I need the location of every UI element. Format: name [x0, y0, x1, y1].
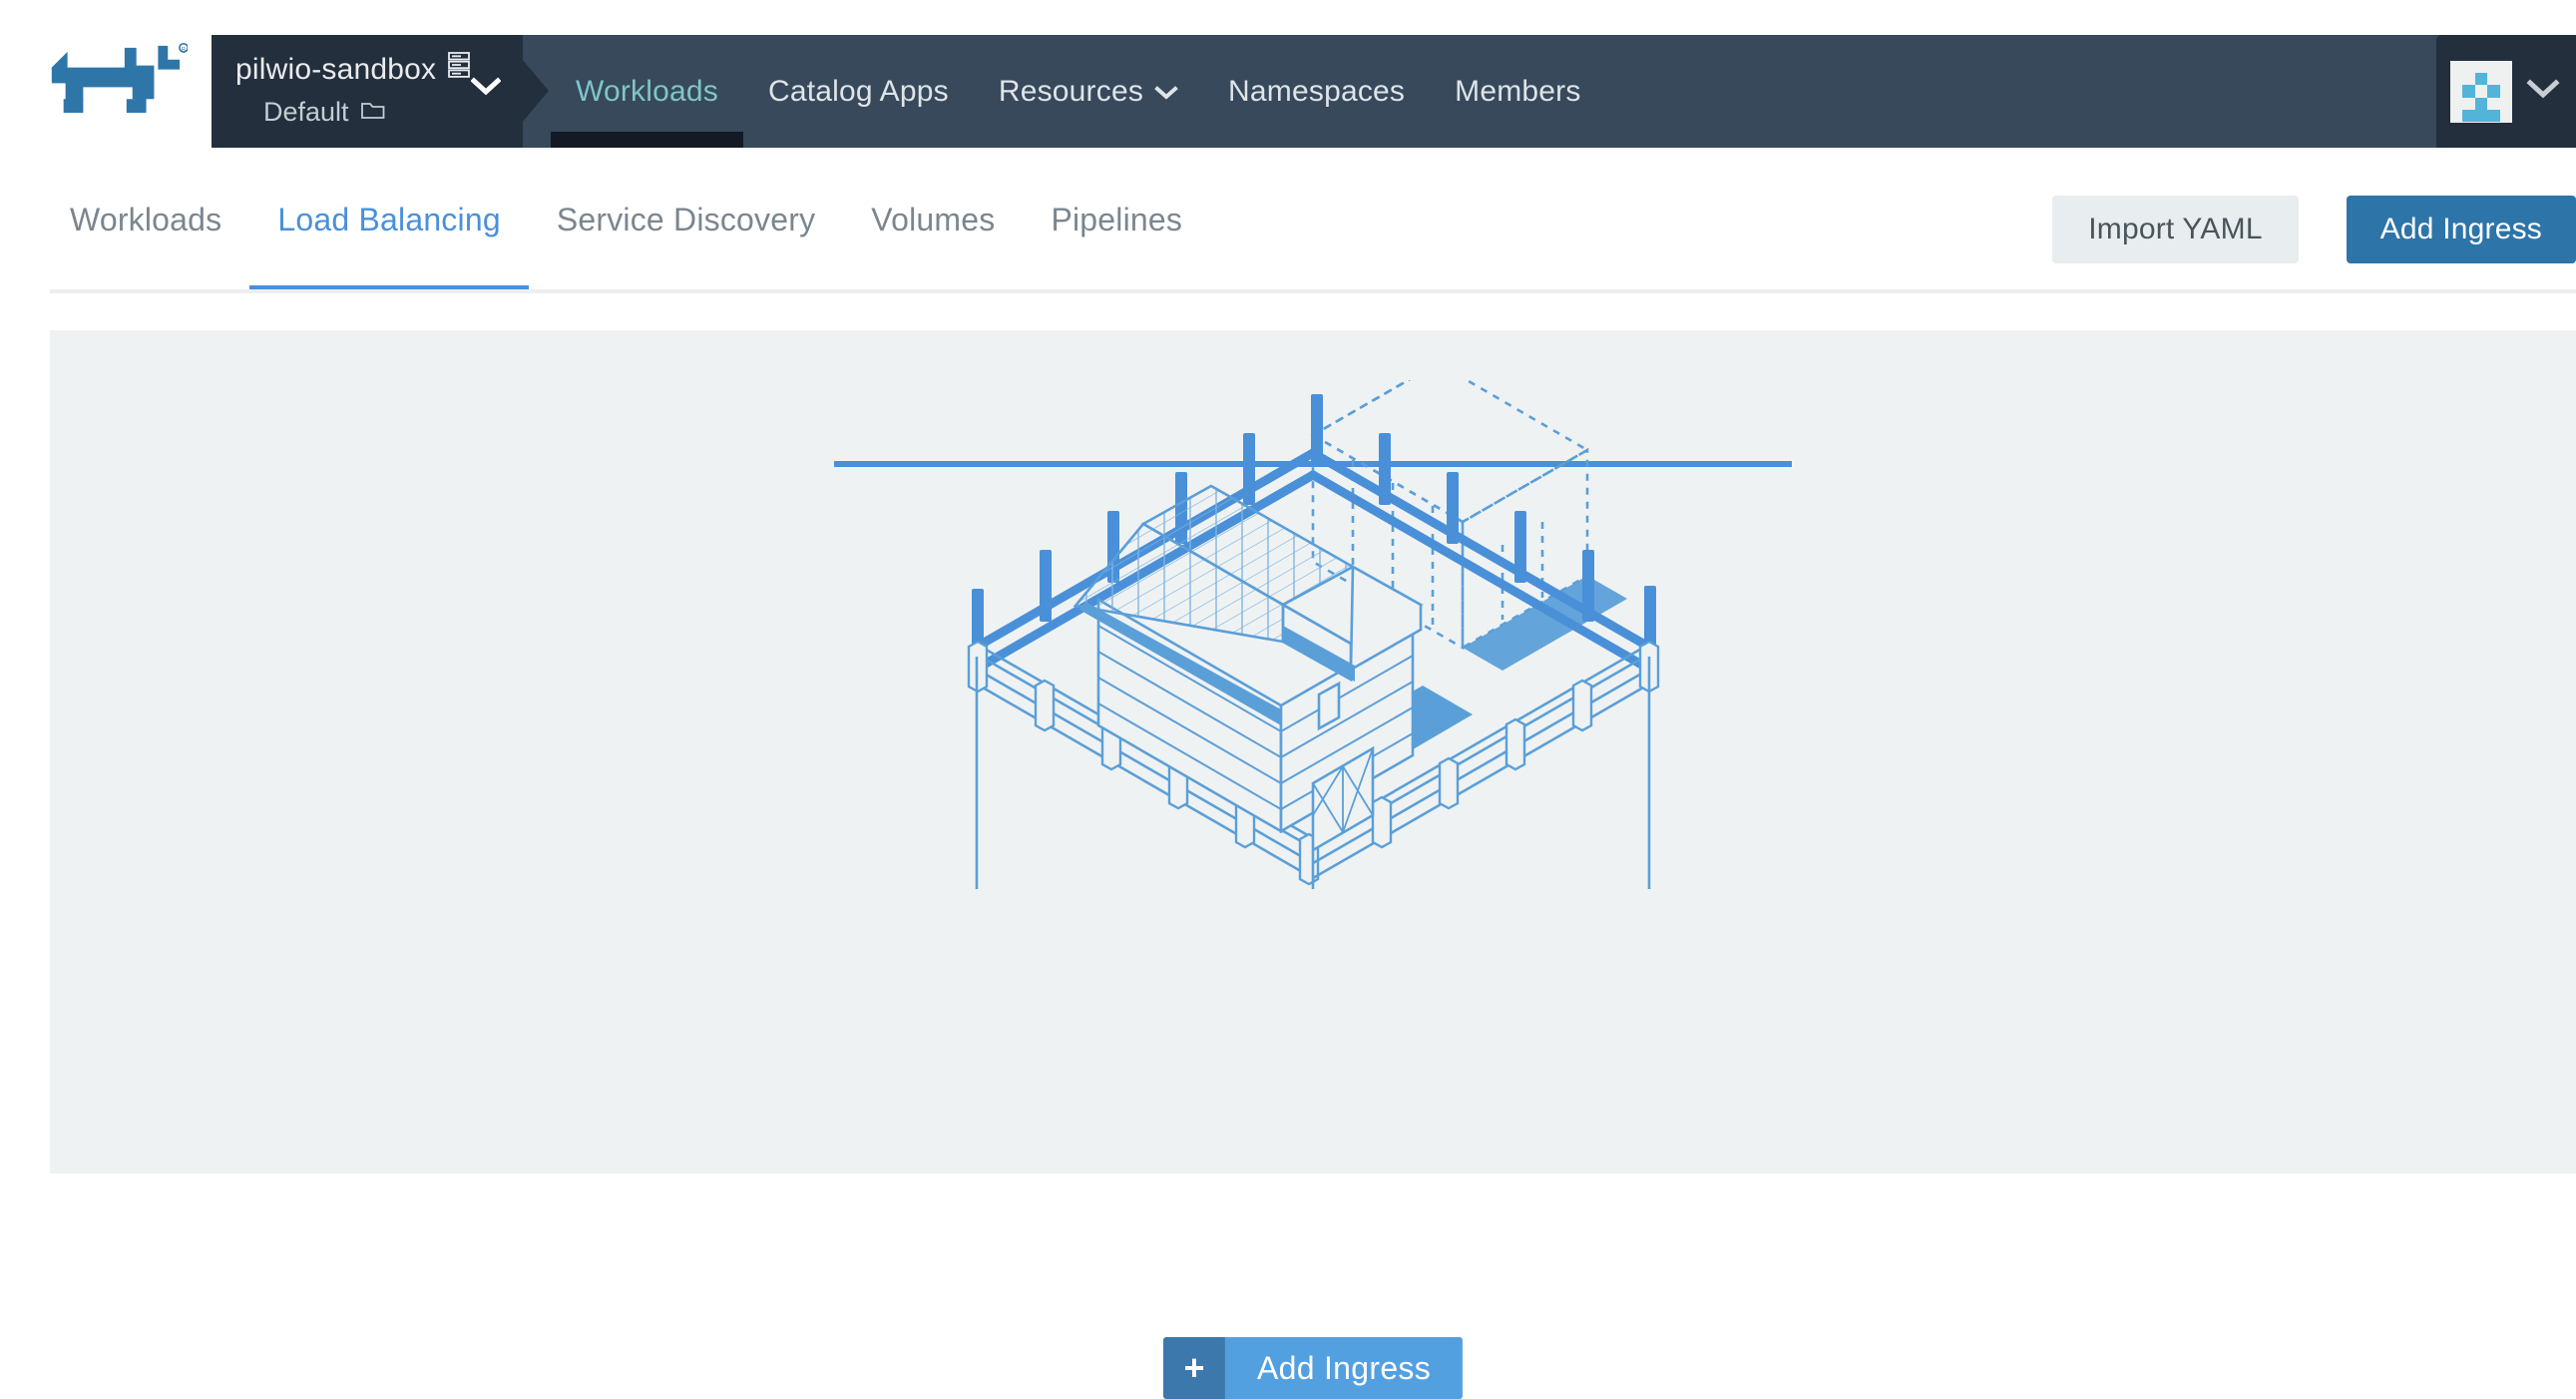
empty-state-panel: + Add Ingress — [50, 330, 2576, 1399]
add-ingress-cta-label: Add Ingress — [1224, 1337, 1464, 1399]
tab-load-balancing[interactable]: Load Balancing — [249, 180, 530, 293]
nav-item-namespaces[interactable]: Namespaces — [1203, 35, 1430, 148]
nav-item-label: Resources — [998, 74, 1144, 108]
folder-icon — [360, 96, 386, 129]
tab-actions: Import YAML Add Ingress — [2052, 196, 2576, 263]
server-stack-icon — [447, 51, 471, 88]
plus-icon: + — [1162, 1337, 1225, 1399]
tab-label: Service Discovery — [556, 202, 816, 237]
nav-item-catalog-apps[interactable]: Catalog Apps — [743, 35, 974, 148]
tab-label: Volumes — [871, 202, 996, 237]
rancher-cow-logo[interactable]: R — [40, 40, 189, 115]
top-bar: R pilwio-sandbox Default Workloads Catal… — [0, 0, 2576, 148]
add-ingress-cta[interactable]: + Add Ingress — [1162, 1337, 1464, 1399]
nav-item-list: Workloads Catalog Apps Resources Namespa… — [523, 35, 1606, 148]
sub-tab-underline — [50, 289, 2576, 293]
nav-item-label: Namespaces — [1228, 74, 1406, 108]
user-menu[interactable] — [2436, 35, 2576, 148]
tab-label: Workloads — [70, 202, 222, 237]
tab-volumes[interactable]: Volumes — [843, 180, 1023, 293]
tab-workloads[interactable]: Workloads — [50, 180, 249, 293]
tab-pipelines[interactable]: Pipelines — [1023, 180, 1210, 293]
user-menu-chevron-down-icon — [2526, 78, 2560, 105]
tab-service-discovery[interactable]: Service Discovery — [529, 180, 843, 293]
cluster-name-label: pilwio-sandbox — [235, 52, 437, 86]
nav-item-workloads[interactable]: Workloads — [551, 35, 743, 148]
nav-item-label: Members — [1455, 74, 1581, 108]
import-yaml-button[interactable]: Import YAML — [2052, 196, 2299, 263]
empty-state-barn-illustration — [814, 380, 1812, 899]
nav-item-label: Catalog Apps — [767, 74, 949, 108]
sub-tab-list: Workloads Load Balancing Service Discove… — [50, 180, 1210, 293]
sub-tab-bar: Workloads Load Balancing Service Discove… — [0, 180, 2576, 293]
chevron-down-icon — [1154, 75, 1178, 109]
cluster-project-picker[interactable]: pilwio-sandbox Default — [212, 35, 549, 148]
nav-item-label: Workloads — [576, 74, 718, 108]
cluster-picker-chevron-down-icon[interactable] — [470, 77, 502, 102]
nav-item-members[interactable]: Members — [1430, 35, 1605, 148]
user-identicon-avatar — [2450, 60, 2512, 123]
tab-label: Pipelines — [1051, 202, 1183, 237]
project-name-label: Default — [263, 97, 349, 127]
svg-text:R: R — [182, 47, 186, 53]
primary-nav: pilwio-sandbox Default Workloads Catalog… — [212, 35, 2576, 148]
add-ingress-button-top[interactable]: Add Ingress — [2346, 196, 2576, 263]
tab-label: Load Balancing — [277, 202, 501, 237]
nav-item-resources[interactable]: Resources — [974, 35, 1203, 148]
